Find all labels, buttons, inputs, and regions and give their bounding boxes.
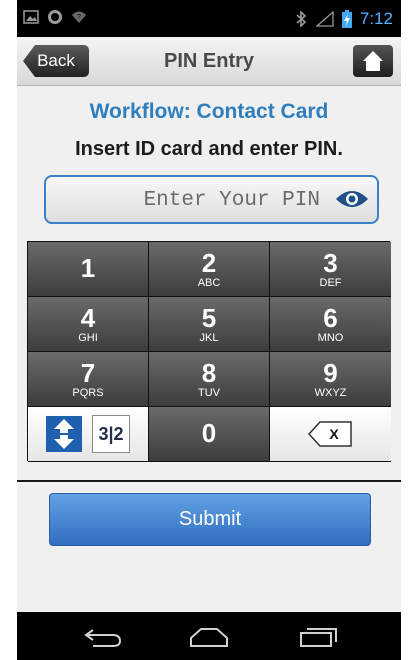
shift-arrows-icon[interactable] xyxy=(46,416,82,452)
divider xyxy=(17,480,401,482)
android-icon xyxy=(48,10,62,24)
clock: 7:12 xyxy=(359,9,393,28)
workflow-label: Workflow: Contact Card xyxy=(89,100,329,123)
key-3[interactable]: 3 DEF xyxy=(270,242,391,297)
home-nav-icon[interactable] xyxy=(189,626,229,648)
instruction-text: Insert ID card and enter PIN. xyxy=(75,138,343,160)
image-icon xyxy=(23,10,39,24)
key-2[interactable]: 2 ABC xyxy=(149,242,270,297)
delete-key[interactable]: X xyxy=(270,407,391,462)
key-9[interactable]: 9 WXYZ xyxy=(270,352,391,407)
recent-apps-icon[interactable] xyxy=(299,626,339,648)
keypad: 1 2 ABC 3 DEF 4 GHI 5 JKL 6 MNO 7 PQRS 8 TUV 9W… xyxy=(27,241,391,462)
key-5[interactable]: 5 JKL xyxy=(149,297,270,352)
submit-button[interactable]: Submit xyxy=(49,493,371,546)
wifi-unknown-icon: ? xyxy=(72,11,86,23)
eye-icon[interactable] xyxy=(335,188,369,210)
battery-icon xyxy=(341,10,352,28)
signal-icon xyxy=(315,11,334,27)
key-4[interactable]: 4 GHI xyxy=(28,297,149,352)
page-title: PIN Entry xyxy=(163,50,255,72)
symbols-key[interactable]: 3|2 xyxy=(92,415,130,453)
back-nav-icon[interactable] xyxy=(83,626,123,648)
key-8[interactable]: 8 TUV xyxy=(149,352,270,407)
title-bar: Back PIN Entry xyxy=(17,37,401,86)
device-screen: ? 7:12 Back PIN Entry Workflow: Contact … xyxy=(17,0,401,660)
key-6[interactable]: 6 MNO xyxy=(270,297,391,352)
pin-field[interactable] xyxy=(44,175,379,224)
home-button[interactable] xyxy=(353,45,393,77)
home-icon xyxy=(363,51,383,71)
status-bar: ? 7:12 xyxy=(17,0,401,37)
key-0[interactable]: 0 xyxy=(149,407,270,462)
nav-bar xyxy=(17,612,401,660)
svg-text:?: ? xyxy=(77,14,81,21)
svg-text:X: X xyxy=(329,426,339,442)
backspace-icon: X xyxy=(308,421,352,447)
bluetooth-icon xyxy=(296,11,307,27)
key-7[interactable]: 7 PQRS xyxy=(28,352,149,407)
pin-input[interactable] xyxy=(56,177,322,224)
key-1[interactable]: 1 xyxy=(28,242,149,297)
modifier-key-cell: 3|2 xyxy=(28,407,149,462)
